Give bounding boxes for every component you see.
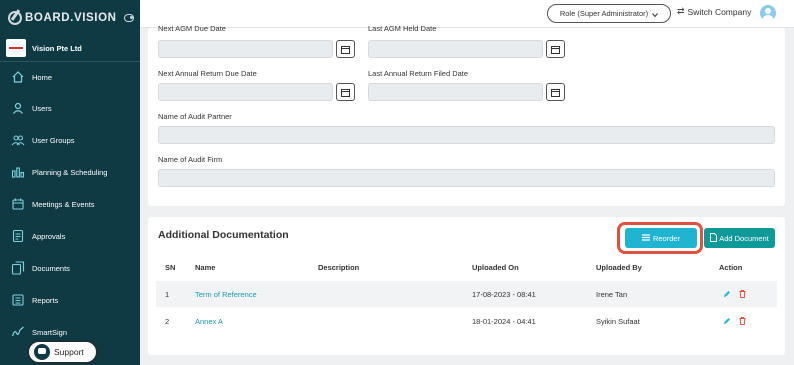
sidebar: BOARD.VISION Vision Pte Ltd Home Users U…	[0, 0, 140, 365]
switch-company-button[interactable]: ⇄ Switch Company	[677, 6, 751, 17]
sidebar-item-user-groups[interactable]: User Groups	[0, 129, 140, 151]
support-button[interactable]: Support	[27, 340, 98, 364]
next-agm-calendar-button[interactable]	[336, 40, 355, 58]
last-return-date-field[interactable]	[368, 83, 543, 101]
sidebar-item-label: Documents	[32, 263, 70, 273]
last-return-calendar-button[interactable]	[546, 83, 565, 101]
audit-details-form: Next AGM Due Date Last AGM Held Date Nex…	[148, 24, 785, 206]
calendar-icon	[551, 88, 560, 97]
swap-icon: ⇄	[677, 6, 685, 16]
column-header-sn: SN	[165, 263, 176, 272]
next-agm-date-field[interactable]	[158, 40, 333, 58]
table-row: 2 Annex A 18-01-2024 - 04:41 Syikin Sufa…	[156, 308, 777, 334]
sidebar-item-approvals[interactable]: Approvals	[0, 225, 140, 247]
next-agm-label: Next AGM Due Date	[158, 24, 226, 33]
top-bar: Role (Super Administrator) ⇄ Switch Comp…	[140, 0, 794, 28]
next-return-calendar-button[interactable]	[336, 83, 355, 101]
reorder-button[interactable]: Reorder	[625, 228, 697, 248]
brand-logo[interactable]: BOARD.VISION	[0, 0, 140, 36]
calendar-icon	[551, 45, 560, 54]
sidebar-item-home[interactable]: Home	[0, 66, 140, 88]
delete-icon[interactable]	[739, 290, 746, 298]
logo-icon	[8, 11, 22, 25]
audit-partner-label: Name of Audit Partner	[158, 112, 232, 121]
last-return-label: Last Annual Return Filed Date	[368, 69, 469, 78]
avatar[interactable]	[760, 5, 776, 21]
additional-documentation-panel: Additional Documentation Reorder Add Doc…	[148, 217, 785, 355]
column-header-name: Name	[195, 263, 216, 272]
audit-partner-field[interactable]	[158, 126, 775, 144]
documents-icon	[11, 261, 25, 275]
switch-company-label: Switch Company	[687, 6, 752, 17]
calendar-icon	[341, 45, 350, 54]
sidebar-item-documents[interactable]: Documents	[0, 257, 140, 279]
chart-icon	[11, 165, 25, 179]
edit-icon[interactable]	[723, 317, 731, 325]
audit-firm-field[interactable]	[158, 169, 775, 187]
sidebar-item-label: User Groups	[32, 135, 75, 145]
reorder-label: Reorder	[652, 233, 681, 243]
document-check-icon	[11, 229, 25, 243]
cell-uploaded-on: 18-01-2024 - 04:41	[472, 317, 536, 326]
sidebar-item-label: SmartSign	[32, 327, 68, 337]
table-row: 1 Term of Reference 17-08-2023 - 08:41 I…	[156, 281, 777, 307]
cell-sn: 2	[165, 317, 170, 326]
sidebar-item-users[interactable]: Users	[0, 97, 140, 119]
user-icon	[11, 101, 25, 115]
signature-icon	[11, 325, 25, 339]
chat-icon	[34, 344, 50, 360]
add-document-button[interactable]: Add Document	[704, 228, 775, 248]
column-header-action: Action	[719, 263, 743, 272]
calendar-icon	[341, 88, 350, 97]
sidebar-divider	[0, 61, 140, 62]
list-icon	[641, 233, 650, 243]
cell-uploaded-by: Syikin Sufaat	[596, 317, 640, 326]
sidebar-item-label: Approvals	[32, 231, 66, 241]
sidebar-item-planning[interactable]: Planning & Scheduling	[0, 161, 140, 183]
home-icon	[11, 70, 25, 84]
last-agm-date-field[interactable]	[368, 40, 543, 58]
next-return-label: Next Annual Return Due Date	[158, 69, 257, 78]
sidebar-item-label: Home	[32, 72, 53, 82]
section-title: Additional Documentation	[158, 229, 289, 241]
cell-sn: 1	[165, 290, 170, 299]
last-agm-label: Last AGM Held Date	[368, 24, 437, 33]
column-header-uploaded-on: Uploaded On	[472, 263, 519, 272]
document-icon	[710, 232, 718, 244]
sidebar-item-reports[interactable]: Reports	[0, 289, 140, 311]
document-link[interactable]: Term of Reference	[195, 290, 257, 299]
sidebar-item-label: Reports	[32, 295, 59, 305]
calendar-icon	[11, 197, 25, 211]
document-link[interactable]: Annex A	[195, 317, 223, 326]
support-label: Support	[54, 347, 84, 357]
users-icon	[11, 133, 25, 147]
company-logo	[6, 39, 26, 57]
sidebar-item-label: Users	[32, 103, 52, 113]
brand-name: BOARD.VISION	[25, 12, 117, 24]
edit-icon[interactable]	[723, 290, 731, 298]
audit-firm-label: Name of Audit Firm	[158, 155, 223, 164]
column-header-uploaded-by: Uploaded By	[596, 263, 642, 272]
sidebar-item-meetings[interactable]: Meetings & Events	[0, 193, 140, 215]
chevron-down-icon	[652, 11, 659, 17]
delete-icon[interactable]	[739, 317, 746, 325]
next-return-date-field[interactable]	[158, 83, 333, 101]
column-header-description: Description	[318, 263, 360, 272]
role-select-value: Role (Super Administrator)	[559, 9, 649, 18]
report-icon	[11, 293, 25, 307]
cell-uploaded-on: 17-08-2023 - 08:41	[472, 290, 536, 299]
sidebar-item-label: Planning & Scheduling	[32, 167, 108, 177]
last-agm-calendar-button[interactable]	[546, 40, 565, 58]
add-document-label: Add Document	[719, 233, 769, 243]
company-name: Vision Pte Ltd	[32, 43, 82, 53]
company-selector[interactable]: Vision Pte Ltd	[0, 38, 140, 58]
cell-uploaded-by: Irene Tan	[596, 290, 628, 299]
role-select[interactable]: Role (Super Administrator)	[547, 4, 671, 23]
sidebar-item-label: Meetings & Events	[32, 199, 95, 209]
sidebar-toggle-icon[interactable]	[124, 14, 134, 22]
